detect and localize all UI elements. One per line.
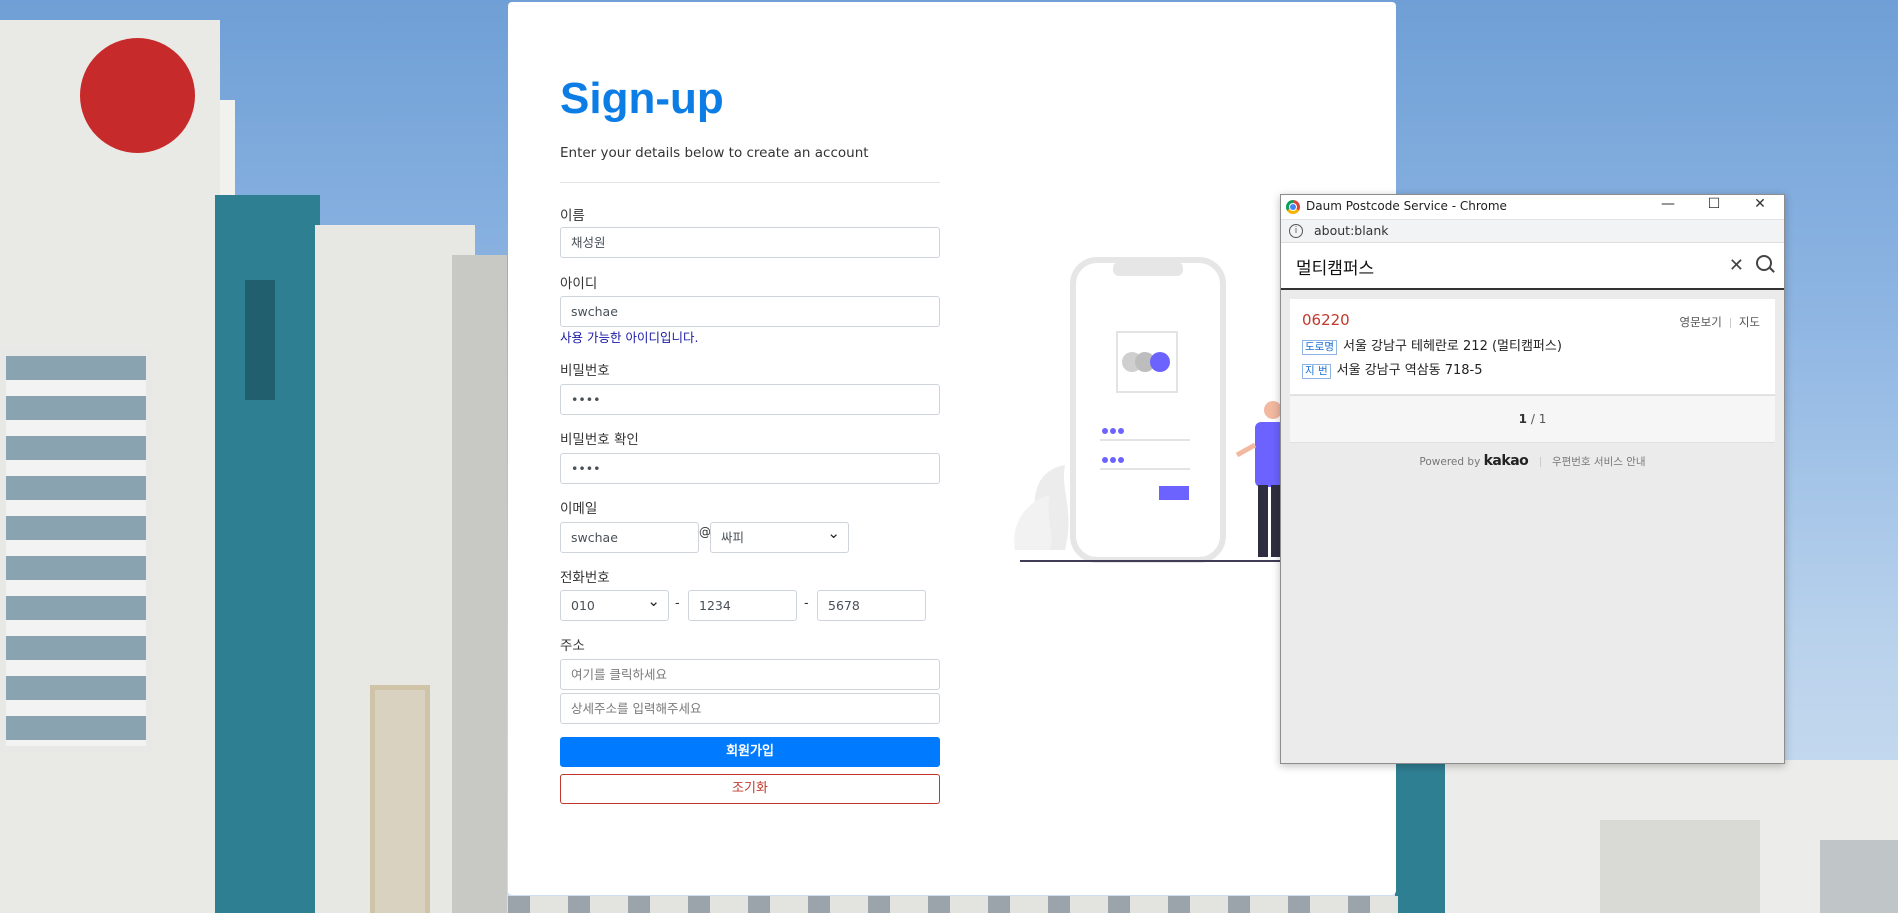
zipcode[interactable]: 06220 bbox=[1302, 311, 1350, 329]
jibun-address-row[interactable]: 지 번 서울 강남구 역삼동 718-5 bbox=[1302, 359, 1483, 379]
map-link[interactable]: 지도 bbox=[1739, 315, 1760, 329]
door-decoration bbox=[370, 685, 430, 913]
phone-middle-input[interactable]: 1234 bbox=[688, 590, 797, 621]
current-page: 1 bbox=[1518, 412, 1527, 426]
search-icon[interactable] bbox=[1756, 255, 1772, 271]
url-text: about:blank bbox=[1314, 223, 1389, 238]
jibun-address[interactable]: 서울 강남구 역삼동 718-5 bbox=[1337, 363, 1483, 378]
window-title: Daum Postcode Service - Chrome bbox=[1306, 199, 1507, 213]
address-detail-input[interactable]: 상세주소를 입력해주세요 bbox=[560, 693, 940, 724]
chrome-icon bbox=[1286, 200, 1300, 214]
postcode-guide-link[interactable]: 우편번호 서비스 안내 bbox=[1552, 456, 1646, 468]
popup-footer: Powered by kakao 우편번호 서비스 안내 bbox=[1281, 453, 1784, 469]
reset-button[interactable]: 조기화 bbox=[560, 774, 940, 804]
password-input[interactable]: •••• bbox=[560, 384, 940, 415]
userid-label: 아이디 bbox=[560, 276, 598, 292]
email-domain-select[interactable]: 싸피 bbox=[710, 519, 849, 553]
address-bar[interactable]: i about:blank bbox=[1281, 220, 1784, 243]
password-confirm-label: 비밀번호 확인 bbox=[560, 432, 639, 448]
email-domain-value: 싸피 bbox=[721, 530, 745, 545]
phone-prefix-select[interactable]: 010 bbox=[560, 587, 669, 621]
road-address[interactable]: 서울 강남구 테헤란로 212 (멀티캠퍼스) bbox=[1343, 339, 1562, 354]
window-decoration bbox=[0, 350, 152, 752]
address-label: 주소 bbox=[560, 638, 585, 654]
address-input[interactable]: 여기를 클릭하세요 bbox=[560, 659, 940, 690]
phone-prefix-value: 010 bbox=[571, 598, 595, 613]
postcode-result-item[interactable]: 06220 영문보기 지도 도로명 서울 강남구 테헤란로 212 (멀티캠퍼스) … bbox=[1290, 299, 1775, 395]
postcode-search-input[interactable]: 멀티캠퍼스 bbox=[1296, 254, 1374, 279]
powered-by-text: Powered by bbox=[1419, 456, 1481, 468]
total-pages: 1 bbox=[1538, 412, 1547, 426]
close-icon[interactable]: ✕ bbox=[1729, 255, 1744, 276]
window-close-button[interactable]: ✕ bbox=[1738, 196, 1782, 212]
phone-last-input[interactable]: 5678 bbox=[817, 590, 926, 621]
postcode-popup-window: Daum Postcode Service - Chrome — ☐ ✕ i a… bbox=[1280, 194, 1785, 764]
email-local-input[interactable]: swchae bbox=[560, 522, 699, 553]
road-address-row[interactable]: 도로명 서울 강남구 테헤란로 212 (멀티캠퍼스) bbox=[1302, 335, 1562, 355]
info-icon[interactable]: i bbox=[1289, 224, 1303, 238]
english-view-link[interactable]: 영문보기 bbox=[1680, 315, 1722, 329]
name-input[interactable]: 채성원 bbox=[560, 227, 940, 258]
password-label: 비밀번호 bbox=[560, 363, 610, 379]
page-separator: / bbox=[1530, 412, 1535, 426]
userid-input[interactable]: swchae bbox=[560, 296, 940, 327]
pagination: 1 / 1 bbox=[1290, 395, 1775, 443]
maximize-button[interactable]: ☐ bbox=[1692, 196, 1736, 212]
name-label: 이름 bbox=[560, 208, 585, 224]
red-disk-decoration bbox=[80, 38, 195, 153]
window-titlebar[interactable]: Daum Postcode Service - Chrome — ☐ ✕ bbox=[1281, 195, 1784, 220]
password-confirm-input[interactable]: •••• bbox=[560, 453, 940, 484]
result-links: 영문보기 지도 bbox=[1680, 314, 1761, 330]
phone-label: 전화번호 bbox=[560, 570, 610, 586]
page-title: Sign-up bbox=[560, 74, 724, 123]
divider bbox=[560, 182, 940, 183]
postcode-search-bar: 멀티캠퍼스 ✕ bbox=[1281, 243, 1784, 290]
jibun-address-tag: 지 번 bbox=[1302, 364, 1331, 379]
phone-dash-1: - bbox=[675, 596, 680, 611]
phone-dash-2: - bbox=[804, 596, 809, 611]
minimize-button[interactable]: — bbox=[1646, 196, 1690, 212]
signup-submit-button[interactable]: 회원가입 bbox=[560, 737, 940, 767]
road-address-tag: 도로명 bbox=[1302, 340, 1337, 355]
phone-illustration bbox=[1014, 257, 1305, 563]
kakao-logo: kakao bbox=[1483, 453, 1529, 469]
email-label: 이메일 bbox=[560, 501, 598, 517]
page-subtitle: Enter your details below to create an ac… bbox=[560, 145, 869, 161]
userid-available-message: 사용 가능한 아이디입니다. bbox=[560, 330, 699, 345]
